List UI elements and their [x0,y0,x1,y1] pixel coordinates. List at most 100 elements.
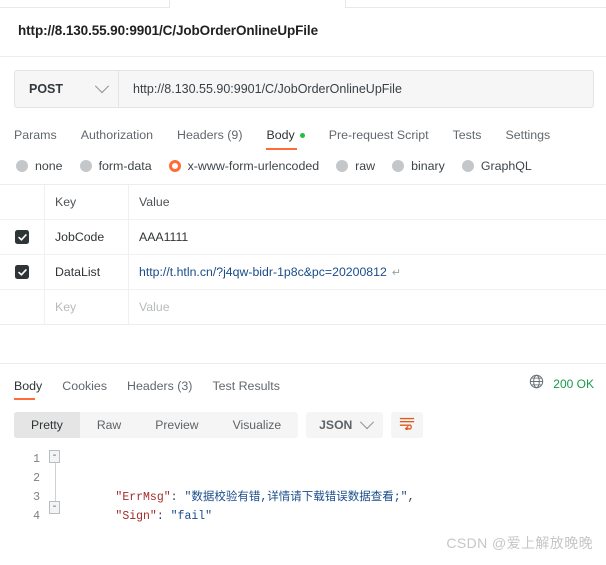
word-wrap-button[interactable] [391,412,424,438]
tab-body[interactable]: Body [266,128,320,150]
tab-authorization[interactable]: Authorization [81,128,169,150]
body-type-form-data[interactable]: form-data [79,159,152,173]
code-fold-toggle-icon[interactable]: - [49,450,60,463]
radio-icon [16,160,28,172]
new-row-value-input[interactable]: Value [129,290,606,324]
radio-icon [336,160,349,172]
row-value-input[interactable]: AAA1111 [129,220,606,254]
row-checkbox-cell[interactable] [0,255,45,289]
response-format-select[interactable]: JSON [306,412,384,438]
response-tab-headers[interactable]: Headers (3) [127,379,205,400]
url-input[interactable]: http://8.130.55.90:9901/C/JobOrderOnline… [119,71,593,107]
tab-label: Headers (9) [177,128,243,142]
response-tab-test-results[interactable]: Test Results [212,379,292,400]
tab-label: Params [14,128,57,142]
table-row: DataList http://t.htln.cn/?j4qw-bidr-1p8… [0,255,606,290]
body-params-table: Key Value JobCode AAA1111 DataList http:… [0,184,606,325]
body-type-x-www-form-urlencoded[interactable]: x-www-form-urlencoded [168,159,320,173]
row-value-text: http://t.htln.cn/?j4qw-bidr-1p8c&pc=2020… [139,265,387,279]
code-line-numbers: 1 2 3 4 [0,450,48,526]
tab-pre-request-script[interactable]: Pre-request Script [329,128,445,150]
http-method-select[interactable]: POST [15,71,119,107]
body-type-label: none [35,159,63,173]
code-line: "ErrMsg": "数据校验有错,详情请下载错误数据查看;", [74,469,606,504]
body-type-label: form-data [98,159,152,173]
body-type-label: binary [411,159,445,173]
row-value-text: AAA1111 [139,230,189,244]
tab-settings[interactable]: Settings [505,128,566,150]
json-key-token: "Sign" [115,510,157,523]
chevron-down-icon [360,415,375,430]
checkbox-checked-icon[interactable] [15,265,29,279]
row-key-input[interactable]: DataList [45,255,129,289]
request-tabs: Params Authorization Headers (9) Body Pr… [14,122,606,150]
radio-icon [79,160,92,172]
view-pretty[interactable]: Pretty [14,412,80,438]
line-number: 2 [33,472,40,485]
globe-icon [529,374,544,394]
column-header-key: Key [45,185,129,219]
checkbox-checked-icon[interactable] [15,230,29,244]
chevron-down-icon [94,79,110,94]
line-number: 4 [33,510,40,523]
url-bar: POST http://8.130.55.90:9901/C/JobOrderO… [14,70,594,108]
tab-label: Cookies [62,379,108,393]
code-fold-column: - - [48,450,64,526]
row-checkbox-cell[interactable] [0,220,45,254]
tab-label: Headers (3) [127,379,193,393]
tab-label: Tests [452,128,482,142]
response-view-segmented-control: Pretty Raw Preview Visualize [14,412,299,438]
body-type-binary[interactable]: binary [392,159,445,173]
table-header-checkbox-cell [0,185,45,219]
watermark: CSDN @爱上解放晚晚 [446,535,593,551]
radio-selected-icon [168,160,181,172]
json-key-token: "ErrMsg" [115,491,171,504]
tab-tests[interactable]: Tests [453,128,498,150]
table-row: JobCode AAA1111 [0,220,606,255]
view-raw[interactable]: Raw [80,412,138,438]
row-value-input[interactable]: http://t.htln.cn/?j4qw-bidr-1p8c&pc=2020… [129,255,606,289]
json-punct-token: , [407,491,415,504]
radio-icon [461,160,474,172]
tab-label: Settings [505,128,551,142]
response-tabs: Body Cookies Headers (3) Test Results 20… [14,374,606,400]
body-type-graphql[interactable]: GraphQL [461,159,532,173]
response-tab-cookies[interactable]: Cookies [62,379,120,400]
line-number: 3 [33,491,40,504]
new-row-key-input[interactable]: Key [45,290,129,324]
http-method-label: POST [29,82,64,96]
workspace-tab-fragment-right[interactable] [345,0,606,8]
column-header-value: Value [139,195,170,209]
tab-label: Test Results [212,379,280,393]
row-checkbox-cell[interactable] [0,290,45,324]
page-title: http://8.130.55.90:9901/C/JobOrderOnline… [18,23,318,38]
body-type-raw[interactable]: raw [336,159,375,173]
response-tab-body[interactable]: Body [14,379,55,400]
response-body-code-viewer[interactable]: 1 2 3 4 - - "ErrMsg": "数据校验有错,详情请下载错误数据查… [0,450,606,526]
tab-params[interactable]: Params [14,128,73,150]
workspace-tab-fragment-left[interactable] [0,0,170,8]
view-visualize[interactable]: Visualize [216,412,299,438]
tab-label: Authorization [80,128,154,142]
body-type-none[interactable]: none [16,159,63,173]
response-format-label: JSON [319,418,353,432]
view-preview[interactable]: Preview [138,412,215,438]
tab-label: Body [266,128,295,142]
json-punct-token: : [170,491,185,504]
panel-splitter[interactable] [0,325,606,364]
row-key-input[interactable]: JobCode [45,220,129,254]
tab-label: Pre-request Script [328,128,429,142]
response-view-toolbar: Pretty Raw Preview Visualize JSON [14,412,606,438]
word-wrap-icon [399,416,415,435]
newline-symbol-icon: ↵ [391,266,402,279]
workspace-tab-strip [0,0,606,8]
body-type-label: x-www-form-urlencoded [187,159,320,173]
request-title-bar: http://8.130.55.90:9901/C/JobOrderOnline… [0,8,606,57]
json-string-token: "fail" [170,510,213,523]
code-content: "ErrMsg": "数据校验有错,详情请下载错误数据查看;", "Sign":… [64,450,606,526]
code-fold-toggle-icon[interactable]: - [49,501,60,514]
tab-headers[interactable]: Headers (9) [177,128,258,150]
radio-icon [392,160,405,172]
